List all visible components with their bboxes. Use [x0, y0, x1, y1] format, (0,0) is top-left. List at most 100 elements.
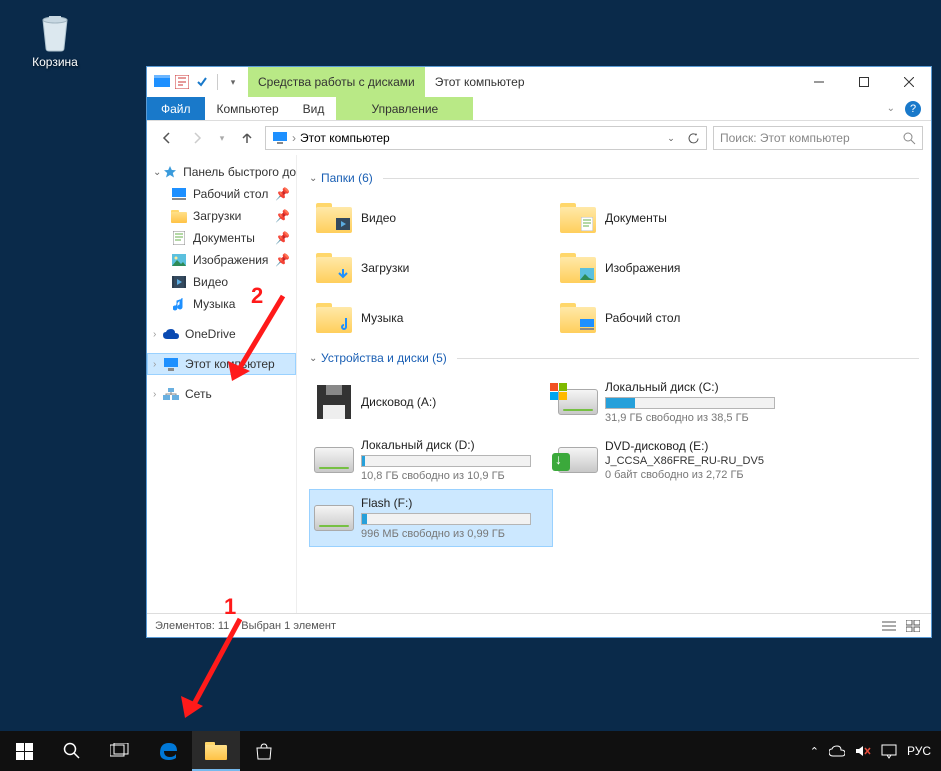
close-button[interactable]: [886, 67, 931, 97]
drive-tools-context-tab: Средства работы с дисками: [248, 67, 425, 97]
drive-tile-flash-f[interactable]: Flash (F:) 996 МБ свободно из 0,99 ГБ: [309, 489, 553, 547]
address-path: Этот компьютер: [300, 131, 390, 145]
onedrive-tray-icon[interactable]: [829, 744, 845, 758]
music-icon: [171, 296, 187, 312]
os-drive-icon: [555, 379, 601, 425]
folder-tile-music[interactable]: Музыка: [309, 293, 553, 343]
nav-up-button[interactable]: [235, 126, 259, 150]
taskbar-file-explorer[interactable]: [192, 731, 240, 771]
taskbar-store[interactable]: [240, 731, 288, 771]
folder-tile-pictures[interactable]: Изображения: [553, 243, 797, 293]
drive-tile-dvd-e[interactable]: DVD-дисковод (E:) J_CCSA_X86FRE_RU-RU_DV…: [553, 431, 797, 489]
nav-forward-button[interactable]: [185, 126, 209, 150]
address-bar[interactable]: › Этот компьютер ⌄: [265, 126, 707, 150]
ribbon-tab-drive-tools[interactable]: Управление: [336, 97, 473, 120]
caret-icon: ›: [153, 359, 163, 370]
nav-recent-dropdown[interactable]: ▾: [215, 126, 229, 150]
folder-tile-desktop[interactable]: Рабочий стол: [553, 293, 797, 343]
drive-tile-floppy-a[interactable]: Дисковод (A:): [309, 373, 553, 431]
folder-icon: [555, 295, 601, 341]
folder-icon: [205, 742, 227, 760]
annotation-arrow-1: [175, 614, 255, 724]
pc-icon: [163, 356, 179, 372]
pin-icon: 📌: [275, 187, 290, 201]
drive-tile-local-d[interactable]: Локальный диск (D:) 10,8 ГБ свободно из …: [309, 431, 553, 489]
pin-icon: 📌: [275, 253, 290, 267]
nav-back-button[interactable]: [155, 126, 179, 150]
system-menu-icon[interactable]: [153, 73, 171, 91]
system-tray: ⌃ РУС: [800, 731, 941, 771]
sidebar-network[interactable]: › Сеть: [147, 383, 296, 405]
search-placeholder: Поиск: Этот компьютер: [720, 131, 850, 145]
drive-usage-bar: [605, 397, 775, 409]
minimize-button[interactable]: [796, 67, 841, 97]
titlebar[interactable]: ▾ Средства работы с дисками Этот компьют…: [147, 67, 931, 97]
sidebar-quick-access[interactable]: ⌄ Панель быстрого до: [147, 161, 296, 183]
view-large-icons-button[interactable]: [903, 618, 923, 634]
folder-icon: [311, 245, 357, 291]
pin-icon: 📌: [275, 231, 290, 245]
search-box[interactable]: Поиск: Этот компьютер: [713, 126, 923, 150]
desktop-icon: [171, 186, 187, 202]
windows-logo-icon: [16, 743, 33, 760]
annotation-number-1: 1: [224, 594, 236, 620]
folder-icon: [555, 245, 601, 291]
qat-properties-icon[interactable]: [173, 73, 191, 91]
sidebar-item-desktop[interactable]: Рабочий стол 📌: [147, 183, 296, 205]
content-pane[interactable]: ⌄ Папки (6) Видео Документы Загрузки: [297, 155, 931, 613]
maximize-button[interactable]: [841, 67, 886, 97]
status-selection: Выбран 1 элемент: [241, 620, 336, 632]
group-devices-drives[interactable]: ⌄ Устройства и диски (5): [309, 347, 919, 369]
sidebar-item-videos[interactable]: Видео: [147, 271, 296, 293]
drive-usage-bar: [361, 455, 531, 467]
view-details-button[interactable]: [879, 618, 899, 634]
folder-tiles: Видео Документы Загрузки Изображения Муз…: [309, 193, 919, 343]
folder-icon: [311, 295, 357, 341]
task-view-button[interactable]: [96, 731, 144, 771]
refresh-button[interactable]: [682, 132, 704, 145]
drive-tiles: Дисковод (A:) Локальный диск (C:): [309, 373, 919, 547]
sidebar-item-documents[interactable]: Документы 📌: [147, 227, 296, 249]
group-folders[interactable]: ⌄ Папки (6): [309, 167, 919, 189]
edge-icon: [157, 740, 179, 762]
task-view-icon: [110, 743, 130, 759]
folder-tile-documents[interactable]: Документы: [553, 193, 797, 243]
taskbar-search-button[interactable]: [48, 731, 96, 771]
window-title: Этот компьютер: [425, 67, 796, 97]
hdd-icon: [311, 437, 357, 483]
caret-icon: ›: [153, 389, 163, 400]
videos-icon: [171, 274, 187, 290]
help-icon[interactable]: ?: [905, 101, 921, 117]
tray-language[interactable]: РУС: [907, 744, 931, 758]
pin-icon: 📌: [275, 209, 290, 223]
folder-tile-videos[interactable]: Видео: [309, 193, 553, 243]
ribbon-tab-view[interactable]: Вид: [291, 97, 337, 120]
taskbar: ⌃ РУС: [0, 731, 941, 771]
start-button[interactable]: [0, 731, 48, 771]
search-icon: [903, 132, 916, 145]
volume-muted-icon[interactable]: [855, 744, 871, 758]
downloads-icon: [171, 208, 187, 224]
tray-chevron-up-icon[interactable]: ⌃: [810, 745, 819, 758]
action-center-icon[interactable]: [881, 743, 897, 759]
ribbon-collapse-icon[interactable]: ⌄: [887, 103, 895, 114]
search-icon: [63, 742, 81, 760]
qat-check-icon[interactable]: [193, 73, 211, 91]
sidebar-item-pictures[interactable]: Изображения 📌: [147, 249, 296, 271]
desktop-recycle-bin[interactable]: Корзина: [20, 8, 90, 69]
folder-icon: [555, 195, 601, 241]
address-dropdown-icon[interactable]: ⌄: [660, 132, 682, 145]
sidebar-item-label: Панель быстрого до: [183, 165, 296, 179]
pc-icon: [272, 131, 288, 145]
drive-tile-local-c[interactable]: Локальный диск (C:) 31,9 ГБ свободно из …: [553, 373, 797, 431]
folder-icon: [311, 195, 357, 241]
documents-icon: [171, 230, 187, 246]
ribbon-tab-computer[interactable]: Компьютер: [205, 97, 291, 120]
status-bar: Элементов: 11 Выбран 1 элемент: [147, 613, 931, 637]
chevron-down-icon: ⌄: [309, 353, 321, 364]
qat-dropdown-icon[interactable]: ▾: [224, 73, 242, 91]
ribbon-tab-file[interactable]: Файл: [147, 97, 205, 120]
sidebar-item-downloads[interactable]: Загрузки 📌: [147, 205, 296, 227]
folder-tile-downloads[interactable]: Загрузки: [309, 243, 553, 293]
taskbar-edge[interactable]: [144, 731, 192, 771]
